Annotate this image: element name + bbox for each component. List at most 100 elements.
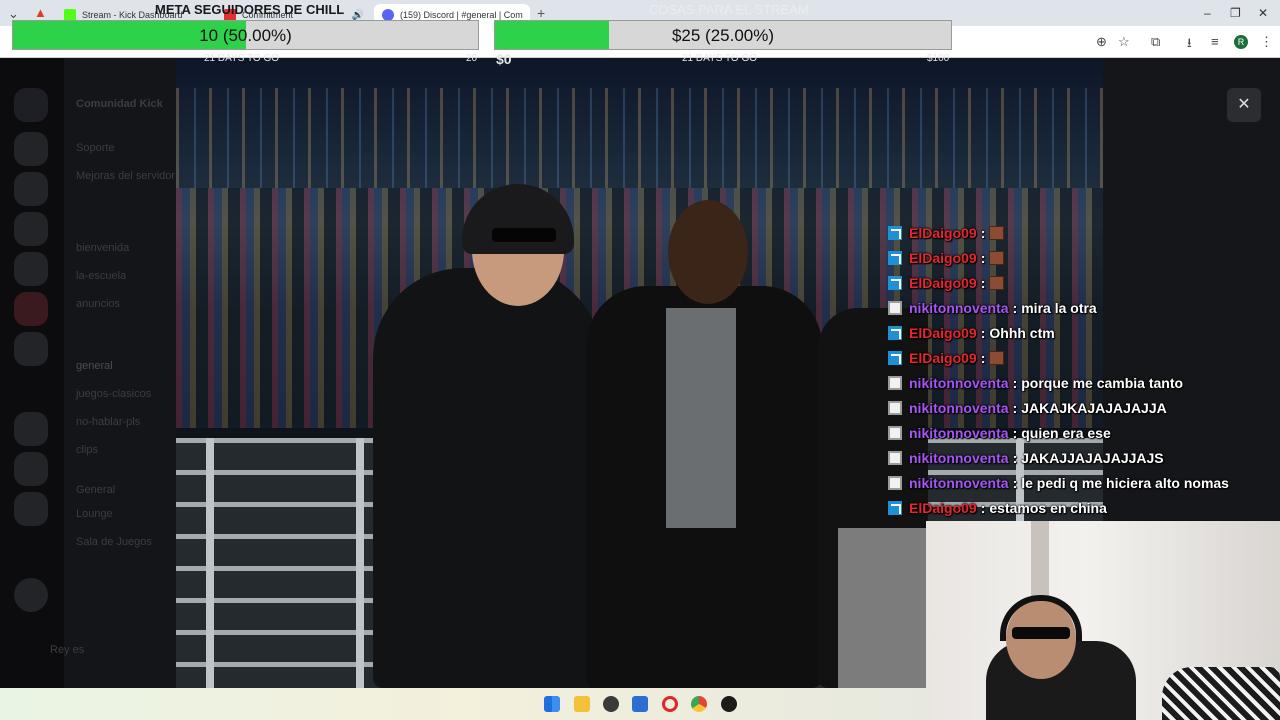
add-server-icon[interactable] [14,578,48,612]
goal-stream-days: 21 DAYS TO GO [682,53,758,64]
opera-icon[interactable] [662,696,678,712]
chat-message: nikitonnoventa: mira la otra [888,295,1280,320]
goal-followers-target: 20 [466,53,478,64]
reading-list-icon[interactable]: ≡ [1211,34,1219,49]
server-icon[interactable] [14,492,48,526]
channel-item[interactable]: Mejoras del servidor [76,170,175,182]
maximize-button[interactable]: ❐ [1230,6,1241,20]
chrome-icon[interactable] [691,696,707,712]
chat-message: nikitonnoventa: JAKAJJAJAJAJJAJS [888,445,1280,470]
chat-overlay: ElDaigo09: ElDaigo09: ElDaigo09: nikitonnov… [888,220,1280,520]
channel-item[interactable]: juegos-clasicos [76,388,151,400]
chat-text: mira la otra [1021,299,1097,316]
server-name: Comunidad Kick [76,98,163,110]
chat-username[interactable]: nikitonnoventa [909,425,1009,441]
channel-item[interactable]: bienvenida [76,242,129,254]
steam-icon[interactable] [721,696,737,712]
window-close-button[interactable]: ✕ [1258,6,1268,20]
channel-category[interactable]: General [76,484,115,496]
viewer-badge-icon [888,425,902,440]
goal-stream-target: $100 [927,53,950,64]
google-drive-icon[interactable]: ▲ [34,5,47,20]
server-icon[interactable] [14,292,48,326]
person-left [373,268,601,688]
profile-avatar[interactable]: R [1234,35,1248,49]
server-icon[interactable] [14,172,48,206]
chat-username[interactable]: nikitonnoventa [909,475,1009,491]
chat-username[interactable]: nikitonnoventa [909,450,1009,466]
channel-item-active[interactable]: general [76,360,113,372]
kick-badge-icon [888,250,902,265]
chat-separator: : [980,274,986,291]
obs-icon[interactable] [603,696,619,712]
chat-separator: : [980,349,986,366]
chat-username[interactable]: ElDaigo09 [909,350,977,366]
chat-message: ElDaigo09: Ohhh ctm [888,320,1280,345]
goal-stream-bar: $25 (25.00%) [494,20,952,50]
channel-item[interactable]: Lounge [76,508,113,520]
goal-stream-start: $0 [496,51,512,67]
chat-username[interactable]: nikitonnoventa [909,300,1009,316]
webcam-feed [926,521,1280,720]
chat-separator: : [1012,299,1018,316]
server-icon[interactable] [14,252,48,286]
chat-username[interactable]: nikitonnoventa [909,400,1009,416]
chat-text: JAKAJKAJAJAJAJJA [1021,399,1167,416]
channel-item[interactable]: clips [76,444,98,456]
new-tab-button[interactable]: + [537,5,545,21]
channel-item[interactable]: la-escuela [76,270,126,282]
server-icon[interactable] [14,212,48,246]
channel-item[interactable]: Sala de Juegos [76,536,152,548]
extensions-icon[interactable]: ⧉ [1151,34,1160,50]
chat-text: quien era ese [1021,424,1111,441]
goal-followers-title: META SEGUIDORES DE CHILL [155,2,345,17]
emote-icon [989,225,1005,240]
city-lights [176,88,1103,188]
kick-badge-icon [888,275,902,290]
chat-separator: : [1012,424,1018,441]
server-icon[interactable] [14,412,48,446]
emote-icon [989,250,1005,265]
bookmark-star-icon[interactable]: ☆ [1118,34,1130,50]
server-icon[interactable] [14,452,48,486]
channel-item[interactable]: Soporte [76,142,115,154]
chat-username[interactable]: ElDaigo09 [909,325,977,341]
kick-badge-icon [888,350,902,365]
channel-item[interactable]: anuncios [76,298,120,310]
chat-username[interactable]: ElDaigo09 [909,250,977,266]
vscode-icon[interactable] [632,696,648,712]
windows-start-icon[interactable] [544,696,560,712]
goal-stream-value: $25 (25.00%) [671,26,775,45]
chat-username[interactable]: nikitonnoventa [909,375,1009,391]
viewer-close-button[interactable]: ✕ [1227,88,1261,122]
chat-separator: : [1012,399,1018,416]
chat-text: estamos en china [989,499,1107,516]
chat-message: nikitonnoventa: quien era ese [888,420,1280,445]
viewer-badge-icon [888,375,902,390]
discord-home-icon[interactable] [14,88,48,122]
server-icon[interactable] [14,332,48,366]
download-icon[interactable]: ⭳ [1187,34,1192,56]
goal-followers-bar: 10 (50.00%) [12,20,479,50]
chat-message: nikitonnoventa: le pedi q me hiciera alto… [888,470,1280,495]
grey-shirt [666,308,736,528]
sunglasses [492,228,556,242]
browser-menu-icon[interactable]: ⋮ [1260,34,1273,50]
chat-message: ElDaigo09: [888,245,1280,270]
channel-sidebar: Comunidad Kick Soporte Mejoras del servi… [64,58,176,688]
chat-text: Ohhh ctm [989,324,1055,341]
chat-username[interactable]: ElDaigo09 [909,500,977,516]
zoom-icon[interactable]: ⊕ [1096,34,1107,50]
viewer-badge-icon [888,400,902,415]
minimize-button[interactable]: – [1204,6,1211,20]
grey-pants [838,528,928,688]
chat-username[interactable]: ElDaigo09 [909,275,977,291]
chat-username[interactable]: ElDaigo09 [909,225,977,241]
chat-message: ElDaigo09: [888,345,1280,370]
chat-separator: : [1012,374,1018,391]
close-tab-icon[interactable]: ✕ [529,10,530,21]
channel-item[interactable]: no-hablar-pls [76,416,140,428]
viewer-badge-icon [888,450,902,465]
server-icon[interactable] [14,132,48,166]
file-explorer-icon[interactable] [574,696,590,712]
